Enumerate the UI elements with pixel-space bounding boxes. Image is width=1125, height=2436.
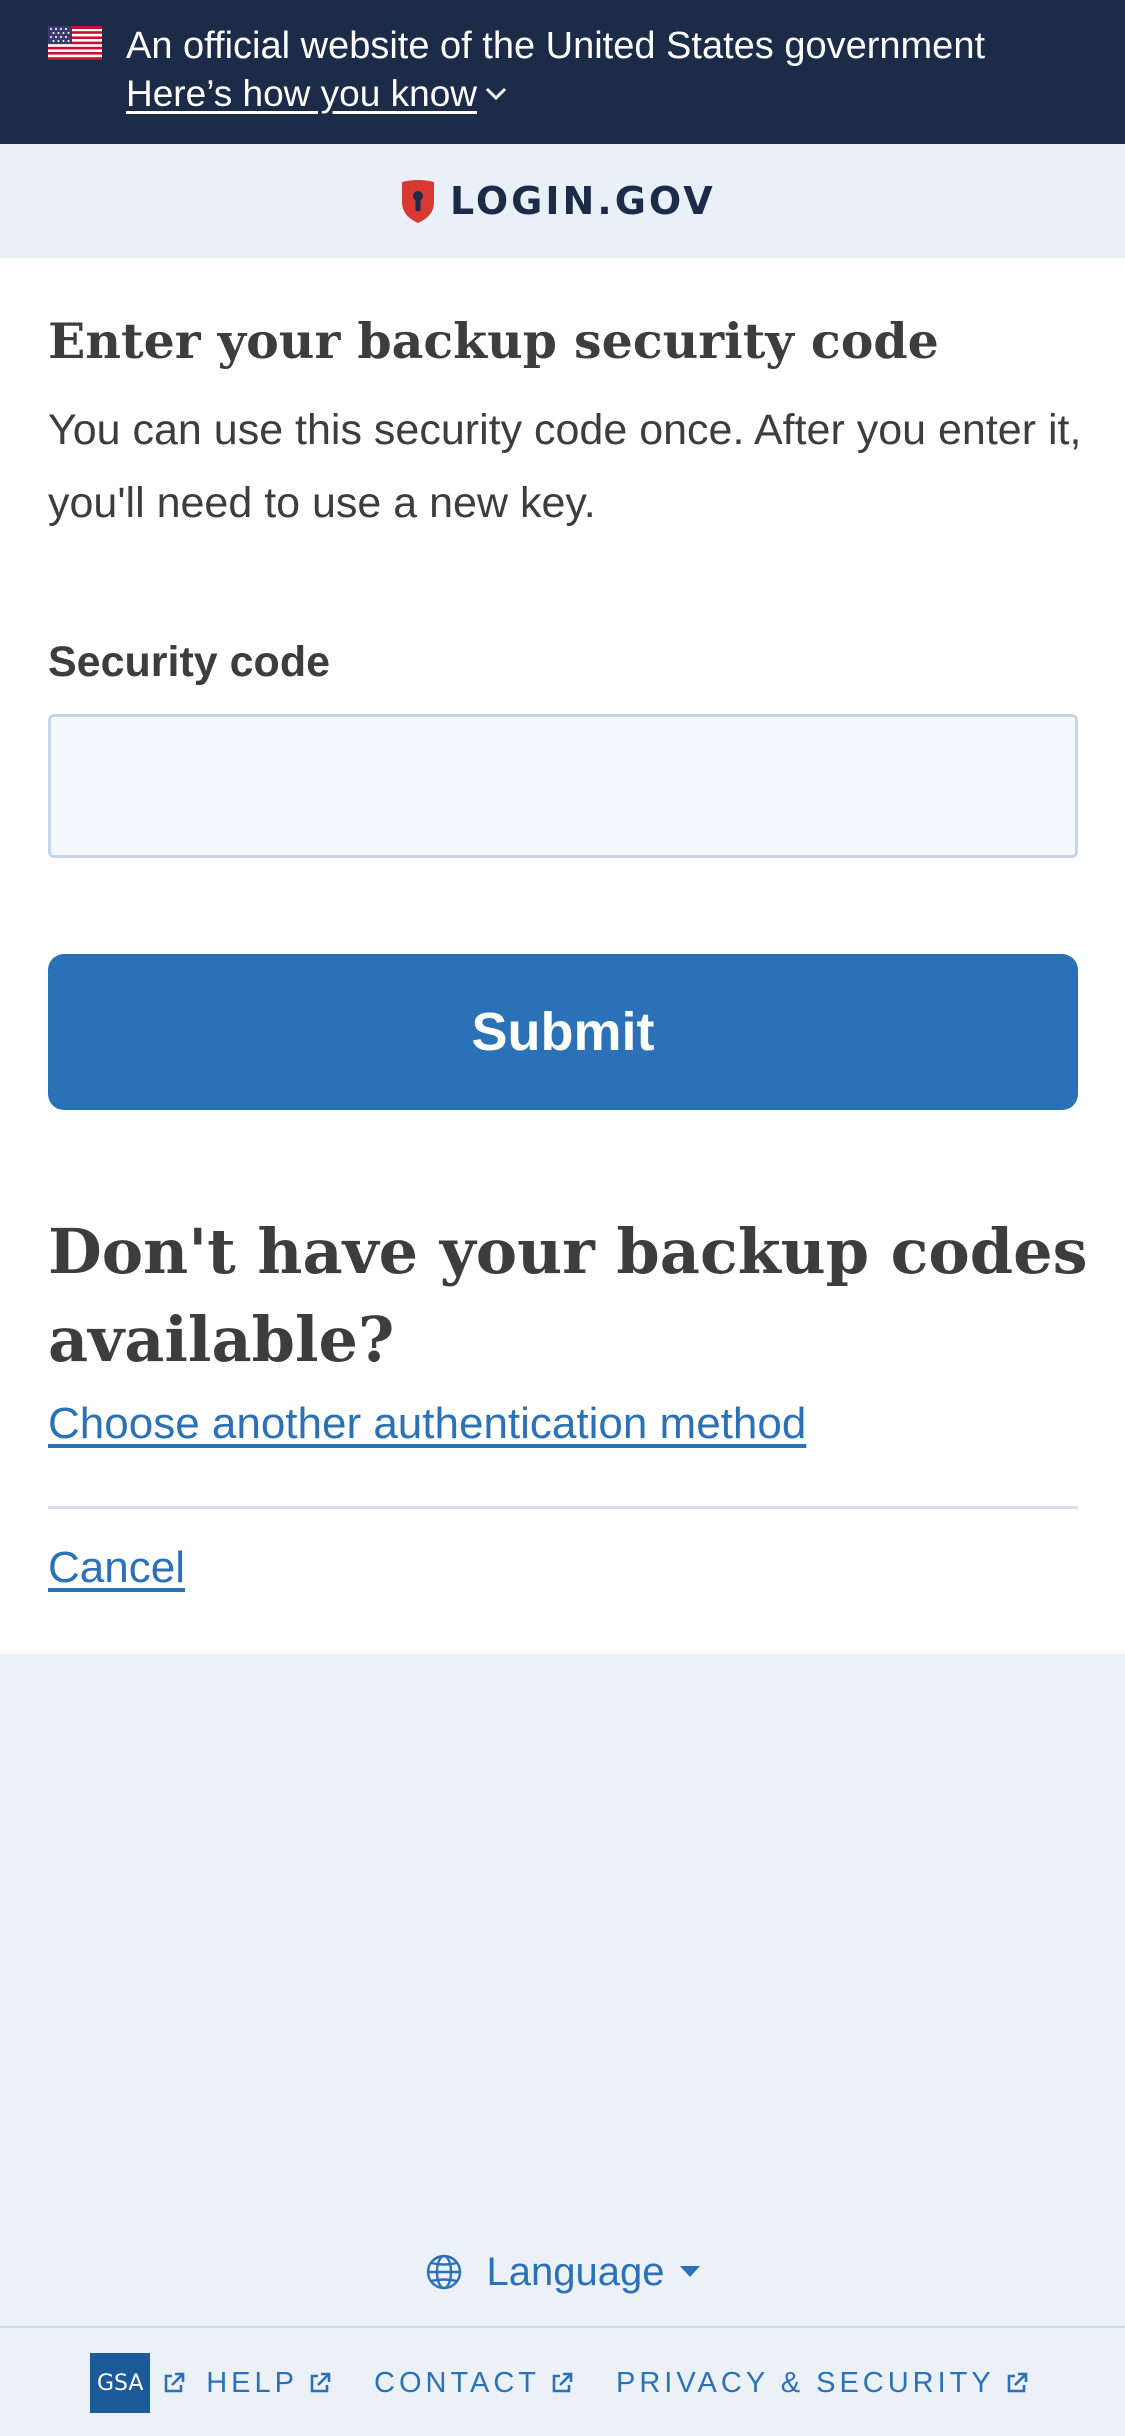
footer-link-label: HELP: [206, 2366, 298, 2399]
choose-another-method-link[interactable]: Choose another authentication method: [48, 1394, 806, 1454]
logo-bar: LOGIN.GOV: [0, 144, 1125, 258]
main-card: Enter your backup security code You can …: [0, 258, 1125, 1654]
security-code-input[interactable]: [48, 714, 1078, 858]
footer-link-privacy[interactable]: PRIVACY & SECURITY: [616, 2367, 1029, 2400]
logo-text: LOGIN.GOV: [450, 179, 716, 223]
login-gov-logo[interactable]: LOGIN.GOV: [400, 178, 716, 224]
page-title: Enter your backup security code: [48, 312, 939, 370]
footer-divider: [0, 2326, 1125, 2328]
submit-button[interactable]: Submit: [48, 954, 1078, 1110]
intro-text: You can use this security code once. Aft…: [48, 406, 1082, 527]
footer: GSA HELP CONTACT PRIVACY & SECURITY: [0, 2330, 1125, 2436]
language-label: Language: [486, 2249, 665, 2294]
external-link-icon: [310, 2372, 331, 2393]
gov-banner-text: An official website of the United States…: [126, 25, 986, 67]
external-link-icon: [164, 2372, 185, 2393]
footer-link-contact[interactable]: CONTACT: [374, 2367, 574, 2400]
external-link-icon: [552, 2372, 573, 2393]
footer-link-label: CONTACT: [374, 2366, 541, 2399]
alt-heading: Don't have your backup codes available?: [48, 1215, 1088, 1376]
us-flag-icon: [48, 26, 102, 60]
chevron-down-icon: [485, 87, 507, 101]
language-selector[interactable]: Language: [0, 2242, 1125, 2302]
security-code-label: Security code: [48, 638, 330, 686]
how-you-know-link[interactable]: Here’s how you know: [126, 70, 507, 118]
cancel-link[interactable]: Cancel: [48, 1538, 185, 1598]
how-you-know-label: Here’s how you know: [126, 73, 477, 114]
shield-lock-icon: [402, 180, 434, 223]
gsa-logo[interactable]: GSA: [90, 2353, 151, 2413]
divider: [48, 1506, 1078, 1509]
footer-link-help[interactable]: HELP: [206, 2367, 332, 2400]
gov-banner: An official website of the United States…: [0, 0, 1125, 144]
external-link-icon: [1007, 2372, 1028, 2393]
caret-down-icon: [680, 2266, 701, 2277]
globe-icon: [426, 2254, 461, 2290]
footer-link-label: PRIVACY & SECURITY: [616, 2366, 995, 2399]
